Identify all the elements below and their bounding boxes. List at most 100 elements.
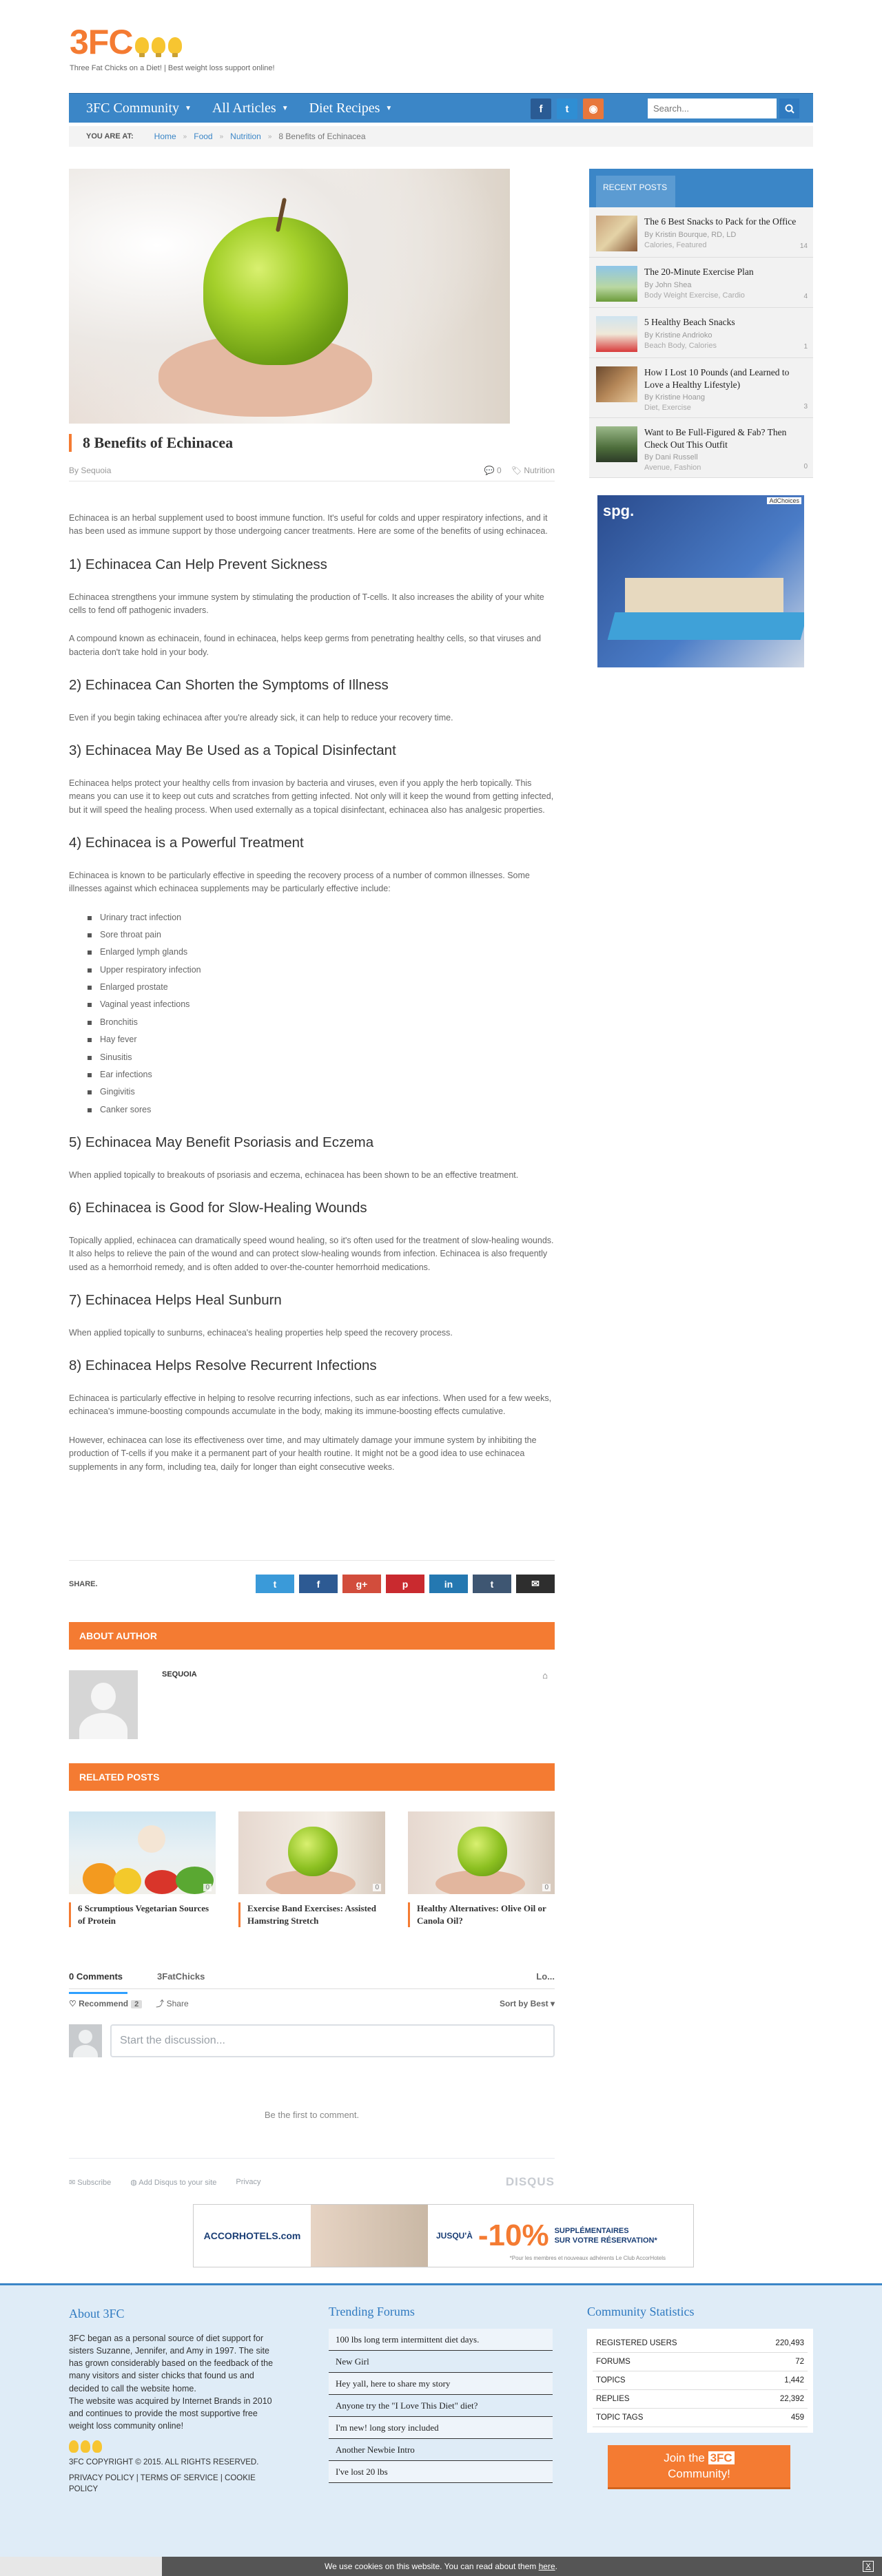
sort-dropdown[interactable]: Sort by Best ▾ [500,1999,555,2008]
tab-community[interactable]: 3FatChicks [157,1971,205,1988]
recent-post-title[interactable]: The 6 Best Snacks to Pack for the Office [644,216,799,228]
stat-row: REGISTERED USERS 220,493 [593,2334,808,2353]
breadcrumb-current: 8 Benefits of Echinacea [278,132,366,141]
post-author[interactable]: By Sequoia [69,466,111,475]
about-text: The website was acquired by Internet Bra… [69,2396,272,2431]
rss-icon[interactable]: ◉ [583,98,604,119]
forum-item[interactable]: Anyone try the "I Love This Diet" diet? [329,2395,553,2417]
share-icon: ⤴ [156,1999,167,2008]
comment-count[interactable]: 💬 0 [484,466,502,475]
related-post-image: 0 [69,1811,216,1894]
related-post-title[interactable]: 6 Scrumptious Vegetarian Sources of Prot… [69,1902,216,1928]
share-button[interactable]: ⤴ Share [156,1997,188,2009]
site-logo[interactable]: 3FC [70,22,183,62]
logo-text: 3FC [70,23,133,61]
search-input[interactable] [648,98,777,118]
recent-post[interactable]: Want to Be Full-Figured & Fab? Then Chec… [589,418,813,479]
forum-item[interactable]: Hey yall, here to share my story [329,2373,553,2395]
breadcrumb-food[interactable]: Food [194,132,212,141]
related-post-title[interactable]: Exercise Band Exercises: Assisted Hamstr… [238,1902,385,1928]
share-twitter-button[interactable]: t [256,1575,294,1593]
share-tumblr-button[interactable]: t [473,1575,511,1593]
logo-bulbs-icon [135,37,183,57]
related-post-title[interactable]: Healthy Alternatives: Olive Oil or Canol… [408,1902,555,1928]
recommend-button[interactable]: ♡ Recommend 2 [69,1999,143,2008]
home-icon[interactable]: ⌂ [542,1670,548,1681]
breadcrumb-home[interactable]: Home [154,132,176,141]
login-button[interactable]: Lo... [536,1971,555,1988]
recent-post-title[interactable]: 5 Healthy Beach Snacks [644,316,799,329]
comment-count: 1 [803,343,808,351]
forum-item[interactable]: I've lost 20 lbs [329,2461,553,2483]
breadcrumb-label: YOU ARE AT: [86,132,134,141]
site-footer: About 3FC 3FC began as a personal source… [0,2283,882,2576]
forum-item[interactable]: New Girl [329,2351,553,2373]
post-content: Echinacea is an herbal supplement used t… [69,512,555,1474]
about-author-heading: ABOUT AUTHOR [69,1622,555,1650]
recent-post-thumb [596,216,637,251]
close-icon[interactable]: X [863,2561,874,2572]
nav-item-community[interactable]: 3FC Community ▼ [86,101,192,116]
privacy-link[interactable]: Privacy [236,2178,260,2186]
recent-post[interactable]: How I Lost 10 Pounds (and Learned to Lov… [589,358,813,419]
share-linkedin-button[interactable]: in [429,1575,468,1593]
featured-image [69,169,510,424]
recent-post[interactable]: The 20-Minute Exercise Plan By John Shea… [589,258,813,308]
section-heading: 7) Echinacea Helps Heal Sunburn [69,1292,282,1309]
post-category[interactable]: 🏷 Nutrition [511,466,555,475]
twitter-icon[interactable]: t [557,98,577,119]
recent-post-title[interactable]: Want to Be Full-Figured & Fab? Then Chec… [644,426,799,450]
share-buttons: t f g+ p in t ✉ [256,1575,555,1593]
breadcrumb-separator-icon: » [183,132,187,141]
share-googleplus-button[interactable]: g+ [342,1575,381,1593]
subscribe-link[interactable]: ✉ Subscribe [69,2178,111,2187]
adchoices-icon[interactable]: AdChoices [767,497,801,505]
social-links: f t ◉ [531,98,604,119]
join-community-button[interactable]: Join the 3FC Community! [608,2445,790,2489]
tab-comments[interactable]: 0 Comments [69,1971,128,1994]
comment-count: 3 [803,403,808,411]
recent-post[interactable]: The 6 Best Snacks to Pack for the Office… [589,207,813,258]
site-tagline: Three Fat Chicks on a Diet! | Best weigh… [70,64,275,72]
add-disqus-link[interactable]: ◍ Add Disqus to your site [130,2178,216,2187]
share-facebook-button[interactable]: f [299,1575,338,1593]
post-meta: By Sequoia 💬 0 🏷 Nutrition [69,466,555,481]
related-post[interactable]: 0 6 Scrumptious Vegetarian Sources of Pr… [69,1811,216,1928]
chevron-down-icon: ▼ [385,104,393,112]
comment-count: 0 [373,1884,381,1891]
comment-input[interactable]: Start the discussion... [110,2024,555,2057]
related-post[interactable]: 0 Exercise Band Exercises: Assisted Hams… [238,1811,385,1928]
related-post[interactable]: 0 Healthy Alternatives: Olive Oil or Can… [408,1811,555,1928]
list-item: Upper respiratory infection [88,964,555,977]
cookie-left-panel [0,2557,162,2576]
sidebar-ad[interactable]: spg. AdChoices [597,495,804,668]
ad-banner[interactable]: ACCORHOTELS.com JUSQU'À -10% SUPPLÉMENTA… [193,2204,694,2267]
ad-brand: spg. [603,502,635,520]
nav-item-articles[interactable]: All Articles ▼ [212,101,289,116]
footer-heading: Trending Forums [329,2305,415,2318]
disqus-logo[interactable]: DISQUS [506,2175,555,2189]
recent-post[interactable]: 5 Healthy Beach Snacks By Kristine Andri… [589,308,813,358]
recent-post-title[interactable]: How I Lost 10 Pounds (and Learned to Lov… [644,366,799,391]
cookie-link[interactable]: here [539,2562,555,2571]
share-pinterest-button[interactable]: p [386,1575,424,1593]
recommend-count: 2 [131,1999,143,2008]
breadcrumb-nutrition[interactable]: Nutrition [230,132,261,141]
cookie-notice: We use cookies on this website. You can … [0,2557,882,2576]
cookie-text: We use cookies on this website. You can … [324,2562,557,2571]
forum-item[interactable]: Another Newbie Intro [329,2439,553,2461]
recent-posts-tab[interactable]: RECENT POSTS [596,176,675,207]
facebook-icon[interactable]: f [531,98,551,119]
site-header: 3FC Three Fat Chicks on a Diet! | Best w… [0,0,882,93]
recent-post-category: Body Weight Exercise, Cardio [644,291,745,300]
search-icon[interactable] [779,98,799,118]
forum-item[interactable]: I'm new! long story included [329,2417,553,2439]
comment-icon: 💬 [484,466,498,475]
share-email-button[interactable]: ✉ [516,1575,555,1593]
list-item: Enlarged prostate [88,981,555,994]
forum-item[interactable]: 100 lbs long term intermittent diet days… [329,2329,553,2351]
nav-item-recipes[interactable]: Diet Recipes ▼ [309,101,393,116]
author-name[interactable]: SEQUOIA [162,1670,197,1679]
footer-links[interactable]: PRIVACY POLICY | TERMS OF SERVICE | COOK… [69,2473,283,2495]
recent-post-title[interactable]: The 20-Minute Exercise Plan [644,266,799,278]
